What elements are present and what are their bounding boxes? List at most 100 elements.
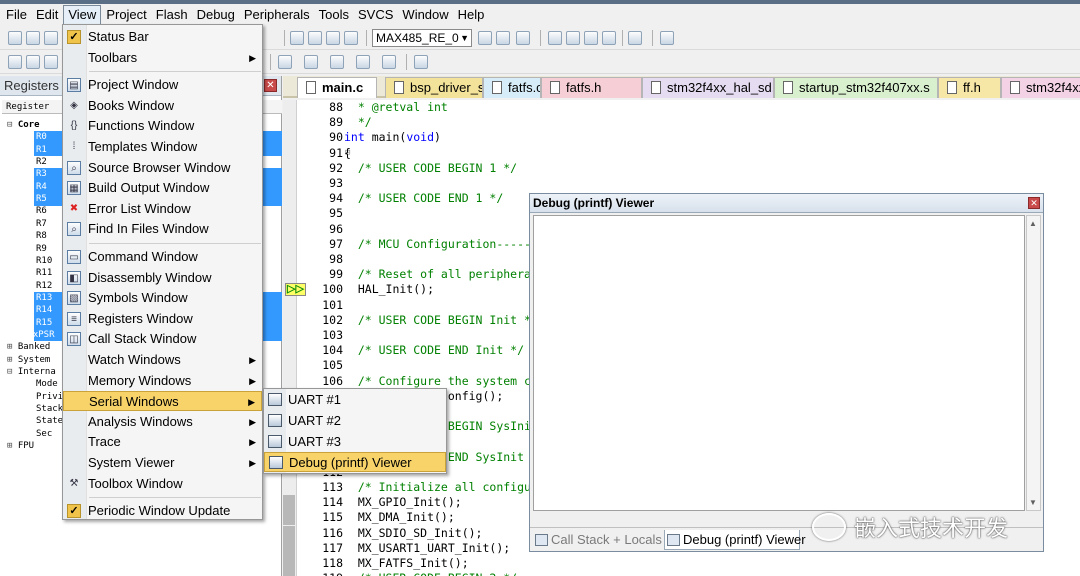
collapse-icon[interactable]: ⊟ bbox=[7, 367, 18, 377]
register-row[interactable]: R1 bbox=[36, 144, 47, 157]
menu-item-watch-windows[interactable]: Watch Windows ▶ bbox=[63, 350, 262, 370]
menu-window[interactable]: Window bbox=[398, 5, 452, 25]
submenu-item-debug-printf-viewer[interactable]: Debug (printf) Viewer bbox=[264, 452, 446, 473]
tab-fatfs-h[interactable]: fatfs.h bbox=[541, 77, 642, 98]
menu-edit[interactable]: Edit bbox=[32, 5, 62, 25]
tab-ff-h[interactable]: ff.h bbox=[938, 77, 1001, 98]
toolbar-icon[interactable] bbox=[308, 31, 322, 45]
menu-item-project-window[interactable]: ▤ Project Window bbox=[63, 75, 262, 95]
register-row[interactable]: R4 bbox=[36, 181, 47, 194]
menu-project[interactable]: Project bbox=[102, 5, 150, 25]
toolbar-icon[interactable] bbox=[44, 31, 58, 45]
toolbar-icon[interactable] bbox=[382, 55, 396, 69]
menu-help[interactable]: Help bbox=[454, 5, 489, 25]
submenu-item-uart-3[interactable]: UART #3 bbox=[264, 432, 446, 452]
tab-fatfs-c[interactable]: fatfs.c bbox=[483, 77, 541, 98]
submenu-item-uart-2[interactable]: UART #2 bbox=[264, 411, 446, 431]
breakpoint-gutter-mark[interactable] bbox=[283, 495, 295, 511]
toolbar-icon[interactable] bbox=[290, 31, 304, 45]
toolbar-icon[interactable] bbox=[414, 55, 428, 69]
toolbar-icon[interactable] bbox=[8, 55, 22, 69]
chevron-down-icon[interactable]: ▼ bbox=[460, 30, 469, 46]
register-row[interactable]: ⊞ Banked bbox=[7, 341, 50, 354]
toolbar-icon[interactable] bbox=[344, 31, 358, 45]
expand-icon[interactable]: ⊞ bbox=[7, 342, 18, 352]
menu-item-find-in-files-window[interactable]: ⌕ Find In Files Window bbox=[63, 219, 262, 239]
toolbar-icon[interactable] bbox=[8, 31, 22, 45]
register-row[interactable]: R14 bbox=[36, 304, 52, 317]
toolbar-icon[interactable] bbox=[44, 55, 58, 69]
breakpoint-gutter-mark[interactable] bbox=[283, 510, 295, 526]
menu-item-periodic-window-update[interactable]: ✓ Periodic Window Update bbox=[63, 501, 262, 521]
register-row[interactable]: R5 bbox=[36, 193, 47, 206]
menu-item-call-stack-window[interactable]: ◫ Call Stack Window bbox=[63, 329, 262, 349]
register-row[interactable]: R12 bbox=[36, 280, 52, 293]
menu-peripherals[interactable]: Peripherals bbox=[240, 5, 314, 25]
toolbar-icon[interactable] bbox=[356, 55, 370, 69]
register-row[interactable]: Mode bbox=[36, 378, 58, 391]
scroll-down-icon[interactable]: ▼ bbox=[1029, 498, 1037, 507]
submenu-item-uart-1[interactable]: UART #1 bbox=[264, 390, 446, 410]
register-row[interactable]: R10 bbox=[36, 255, 52, 268]
menu-tools[interactable]: Tools bbox=[315, 5, 353, 25]
menu-item-serial-windows[interactable]: Serial Windows ▶ bbox=[63, 391, 262, 412]
expand-icon[interactable]: ⊞ bbox=[22, 330, 33, 340]
menu-item-build-output-window[interactable]: ▦ Build Output Window bbox=[63, 178, 262, 198]
menu-item-functions-window[interactable]: {} Functions Window bbox=[63, 116, 262, 136]
register-row[interactable]: Stack bbox=[36, 403, 63, 416]
register-row[interactable]: R8 bbox=[36, 230, 47, 243]
toolbar-icon[interactable] bbox=[496, 31, 510, 45]
toolbar-icon[interactable] bbox=[548, 31, 562, 45]
menu-item-registers-window[interactable]: ≡ Registers Window bbox=[63, 309, 262, 329]
menu-item-memory-windows[interactable]: Memory Windows ▶ bbox=[63, 371, 262, 391]
toolbar-icon[interactable] bbox=[566, 31, 580, 45]
register-row[interactable]: Sec bbox=[36, 428, 52, 441]
register-row[interactable]: R7 bbox=[36, 218, 47, 231]
target-select[interactable]: MAX485_RE_0 ▼ bbox=[372, 29, 472, 47]
menu-item-error-list-window[interactable]: ✖ Error List Window bbox=[63, 199, 262, 219]
breakpoint-gutter-mark[interactable] bbox=[283, 571, 295, 576]
menu-item-toolbars[interactable]: Toolbars ▶ bbox=[63, 48, 262, 68]
breakpoint-gutter-mark[interactable] bbox=[283, 540, 295, 556]
close-icon[interactable]: ✕ bbox=[264, 79, 277, 92]
menu-item-trace[interactable]: Trace ▶ bbox=[63, 432, 262, 452]
menu-item-command-window[interactable]: ▭ Command Window bbox=[63, 247, 262, 267]
toolbar-icon[interactable] bbox=[278, 55, 292, 69]
register-row[interactable]: ⊞ xPSR bbox=[22, 329, 55, 342]
menu-view[interactable]: View bbox=[63, 5, 102, 25]
menu-item-analysis-windows[interactable]: Analysis Windows ▶ bbox=[63, 412, 262, 432]
toolbar-icon[interactable] bbox=[584, 31, 598, 45]
breakpoint-gutter-mark[interactable] bbox=[283, 525, 295, 541]
scroll-up-icon[interactable]: ▲ bbox=[1029, 219, 1037, 228]
register-row[interactable]: R6 bbox=[36, 205, 47, 218]
register-row[interactable]: State bbox=[36, 415, 63, 428]
register-row[interactable]: ⊞ System bbox=[7, 354, 50, 367]
register-row[interactable]: R13 bbox=[36, 292, 52, 305]
vertical-scrollbar[interactable]: ▲ ▼ bbox=[1026, 215, 1041, 511]
tab-stm32f4xx-hal-sd-c[interactable]: stm32f4xx_hal_sd.c bbox=[642, 77, 774, 98]
toolbar-icon[interactable] bbox=[304, 55, 318, 69]
toolbar-icon[interactable] bbox=[628, 31, 642, 45]
register-row[interactable]: ⊟ Interna bbox=[7, 366, 56, 379]
toolbar-icon[interactable] bbox=[478, 31, 492, 45]
toolbar-icon[interactable] bbox=[330, 55, 344, 69]
menu-item-disassembly-window[interactable]: ◧ Disassembly Window bbox=[63, 268, 262, 288]
toolbar-icon[interactable] bbox=[26, 31, 40, 45]
tab-debug-printf-viewer[interactable]: Debug (printf) Viewer bbox=[664, 530, 806, 550]
menu-item-symbols-window[interactable]: ▧ Symbols Window bbox=[63, 288, 262, 308]
tab-stm32f4xx-h[interactable]: stm32f4xx_h bbox=[1001, 77, 1080, 98]
register-row[interactable]: ⊟ Core bbox=[7, 119, 40, 132]
register-row[interactable]: R3 bbox=[36, 168, 47, 181]
collapse-icon[interactable]: ⊟ bbox=[7, 120, 18, 130]
register-row[interactable]: Privi bbox=[36, 391, 63, 404]
expand-icon[interactable]: ⊞ bbox=[7, 441, 18, 451]
close-icon[interactable]: ✕ bbox=[1028, 197, 1040, 209]
tab-call-stack-locals[interactable]: Call Stack + Locals bbox=[533, 530, 662, 550]
tab-bsp-driver-sd-c[interactable]: bsp_driver_sd.c bbox=[385, 77, 483, 98]
register-row[interactable]: R11 bbox=[36, 267, 52, 280]
menu-flash[interactable]: Flash bbox=[152, 5, 192, 25]
menu-item-system-viewer[interactable]: System Viewer ▶ bbox=[63, 453, 262, 473]
register-row[interactable]: R15 bbox=[36, 317, 52, 330]
tab-startup-stm32f407xx-s[interactable]: startup_stm32f407xx.s bbox=[774, 77, 938, 98]
toolbar-icon[interactable] bbox=[602, 31, 616, 45]
